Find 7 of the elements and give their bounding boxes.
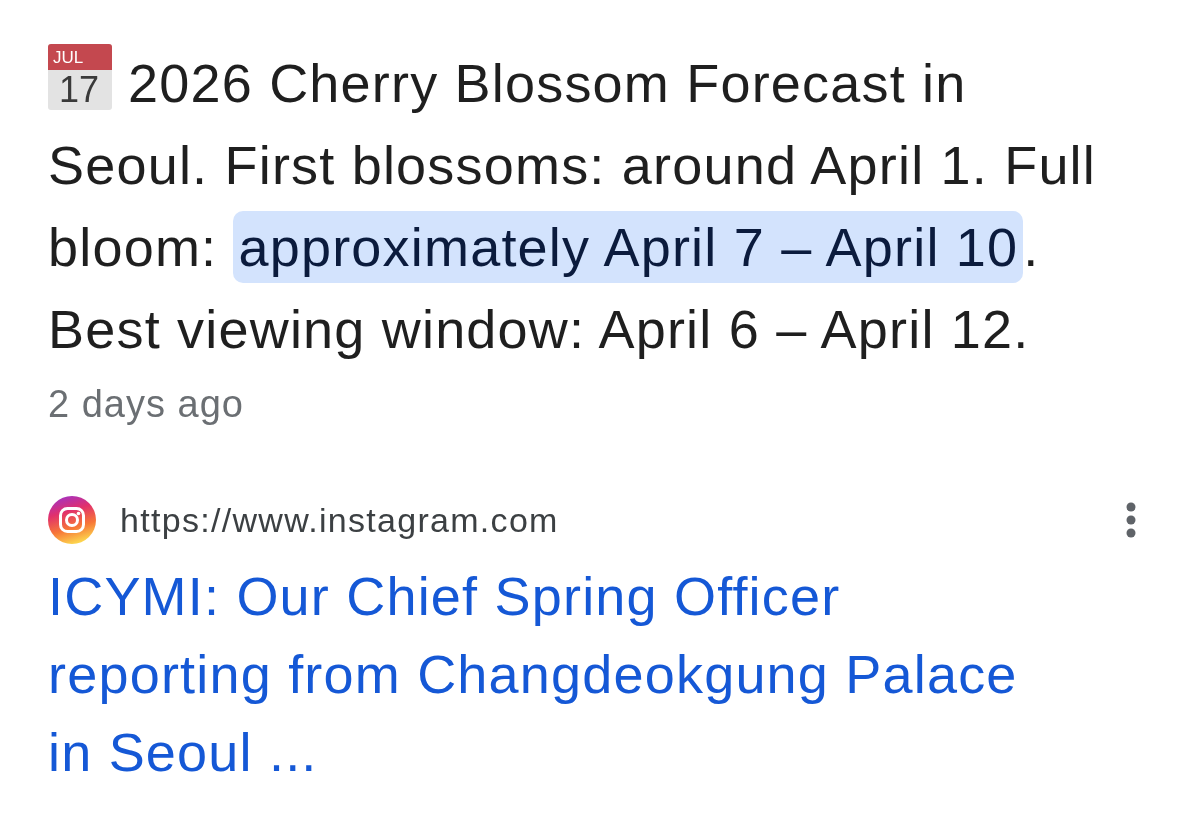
- site-url: https://www.instagram.com: [120, 499, 559, 541]
- timestamp: 2 days ago: [48, 382, 245, 427]
- result-title-link[interactable]: ICYMI: Our Chief Spring Officer reporting from Changdeokgung Palace in Seoul ...: [48, 557, 1060, 791]
- more-options-icon[interactable]: [1126, 502, 1136, 538]
- camera-logo-icon: [48, 496, 96, 544]
- calendar-month: JUL: [53, 48, 85, 68]
- calendar-day: 17: [48, 70, 112, 110]
